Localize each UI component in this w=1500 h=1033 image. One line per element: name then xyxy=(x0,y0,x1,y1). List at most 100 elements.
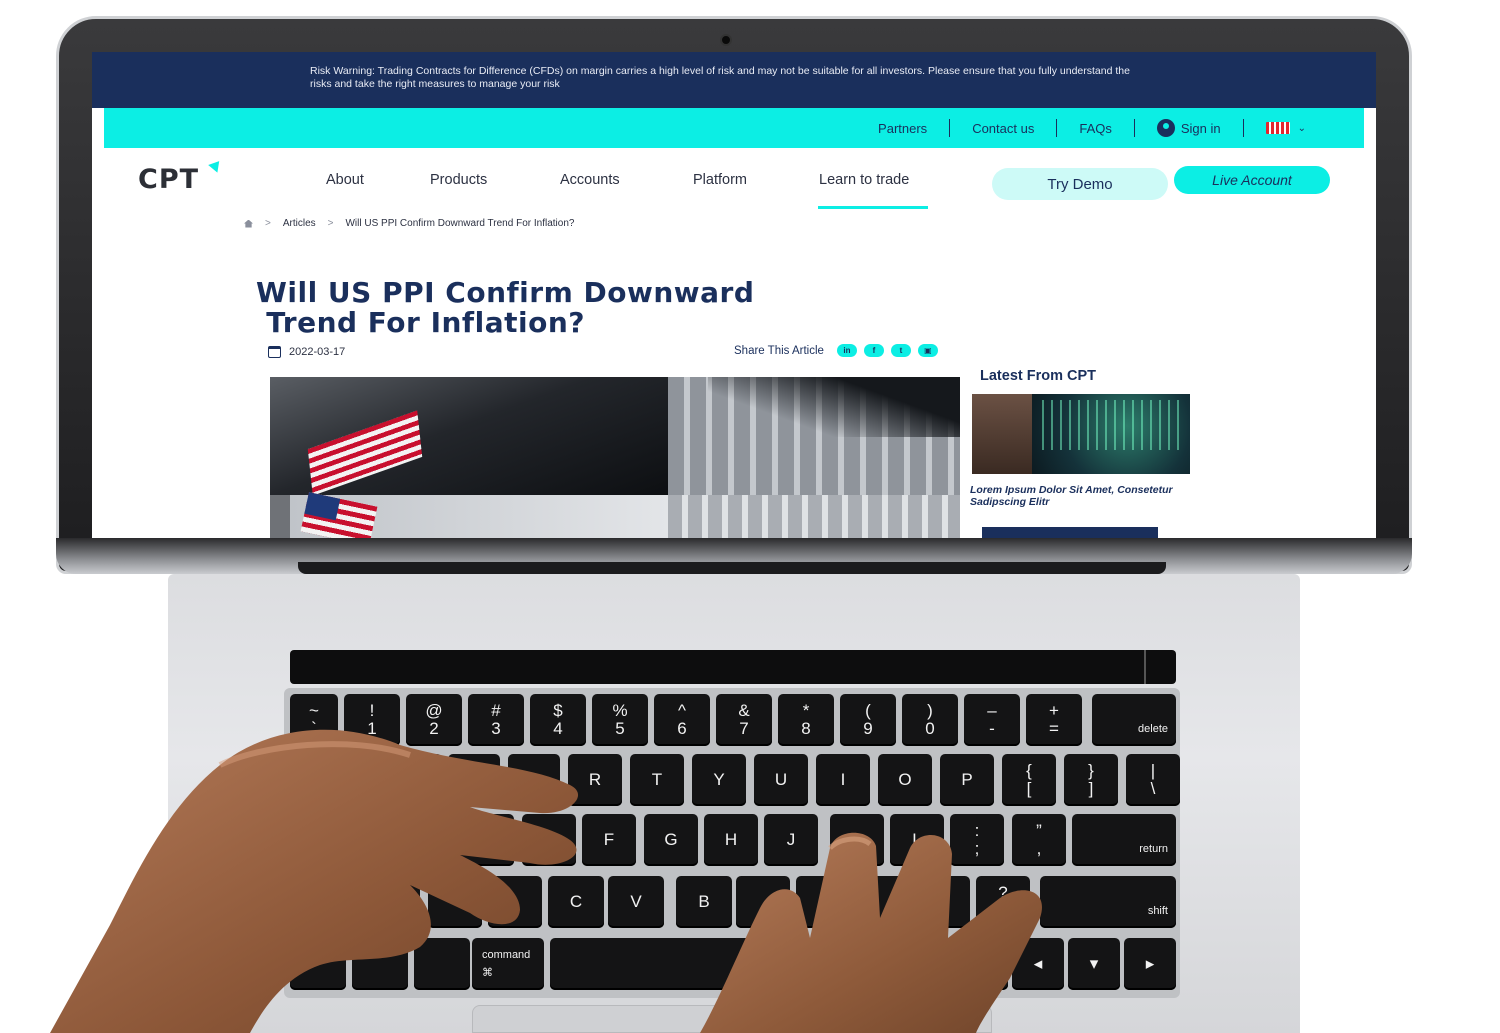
linkedin-icon[interactable]: in xyxy=(836,344,857,357)
key-legend: [ xyxy=(1026,779,1032,798)
contact-link[interactable]: Contact us xyxy=(950,119,1058,137)
top-utility-bar: Partners Contact us FAQs Sign in ⌄ xyxy=(104,108,1364,148)
key-11[interactable]: – - xyxy=(964,694,1020,746)
risk-warning-bar: Risk Warning: Trading Contracts for Diff… xyxy=(92,52,1376,108)
key-12[interactable]: + = xyxy=(1026,694,1082,746)
key-7[interactable]: & 7 xyxy=(716,694,772,746)
user-icon xyxy=(1156,119,1175,137)
live-account-button[interactable]: Live Account xyxy=(1174,166,1330,194)
key-legend: { xyxy=(1026,761,1032,780)
key-i[interactable]: I xyxy=(816,754,870,806)
key-u[interactable]: U xyxy=(754,754,808,806)
latest-section-title: Latest From CPT xyxy=(980,368,1097,384)
article-meta: 2022-03-17 xyxy=(268,346,345,358)
nav-platform[interactable]: Platform xyxy=(693,172,747,188)
key-legend: shift xyxy=(1147,905,1168,917)
active-nav-indicator xyxy=(818,206,928,209)
sign-in-link[interactable]: Sign in xyxy=(1135,119,1244,137)
copy-link-icon[interactable]: ▣ xyxy=(917,344,938,357)
key-legend: return xyxy=(1139,843,1168,855)
partners-link[interactable]: Partners xyxy=(856,119,951,137)
share-bar: Share This Article in f t ▣ xyxy=(734,344,938,357)
key-legend: T xyxy=(651,770,663,789)
article-title-line2: Trend For Inflation? xyxy=(266,306,586,339)
main-navigation: CPT About Products Accounts Platform Lea… xyxy=(116,148,1356,212)
key-legend: ) xyxy=(927,701,933,720)
twitter-icon[interactable]: t xyxy=(890,344,911,357)
key-legend: U xyxy=(774,770,788,789)
key-legend: – xyxy=(987,701,997,720)
key-legend: } xyxy=(1088,761,1094,780)
hinge-notch xyxy=(298,562,1166,574)
webcam xyxy=(720,34,732,46)
key-legend: + xyxy=(1049,701,1059,720)
key-legend: = xyxy=(1049,719,1059,738)
chevron-right-icon: > xyxy=(265,218,271,229)
key-legend: I xyxy=(840,770,846,789)
key-p[interactable]: P xyxy=(940,754,994,806)
key-legend: | xyxy=(1150,761,1156,780)
article-title-line1: Will US PPI Confirm Downward xyxy=(256,276,755,309)
facebook-icon[interactable]: f xyxy=(863,344,884,357)
key-o[interactable]: O xyxy=(878,754,932,806)
article-title: Will US PPI Confirm Downward Trend For I… xyxy=(256,278,876,338)
right-hand xyxy=(700,832,1042,1033)
share-label: Share This Article xyxy=(734,344,824,357)
key-10[interactable]: ) 0 xyxy=(902,694,958,746)
language-selector[interactable]: ⌄ xyxy=(1244,119,1328,137)
calendar-icon xyxy=(268,346,281,358)
cpt-logo[interactable]: CPT xyxy=(138,164,199,195)
key-legend: 0 xyxy=(925,719,935,738)
key-legend: O xyxy=(898,770,912,789)
key-legend: 8 xyxy=(801,719,811,738)
latest-article-thumbnail-2[interactable] xyxy=(982,527,1158,538)
key-delete[interactable]: delete xyxy=(1092,694,1176,746)
key-legend: * xyxy=(802,701,810,720)
breadcrumb-articles[interactable]: Articles xyxy=(283,218,316,229)
key-y[interactable]: Y xyxy=(692,754,746,806)
breadcrumb: > Articles > Will US PPI Confirm Downwar… xyxy=(244,218,574,229)
try-demo-button[interactable]: Try Demo xyxy=(992,168,1168,200)
latest-article-thumbnail[interactable] xyxy=(972,394,1190,474)
key-legend: delete xyxy=(1138,723,1168,735)
key-legend: G xyxy=(664,830,678,849)
key-bracket-2[interactable]: | \ xyxy=(1126,754,1180,806)
key-9[interactable]: (9 xyxy=(840,694,896,746)
key-legend: ] xyxy=(1088,779,1094,798)
chevron-right-icon: > xyxy=(327,218,334,229)
touch-id-sensor[interactable] xyxy=(1144,650,1176,684)
logo-arrow-icon xyxy=(208,157,224,173)
key-8[interactable]: * 8 xyxy=(778,694,834,746)
faqs-link[interactable]: FAQs xyxy=(1057,119,1135,137)
chevron-down-icon: ⌄ xyxy=(1297,122,1306,134)
key-legend: \ xyxy=(1150,779,1156,798)
latest-article-caption[interactable]: Lorem Ipsum Dolor Sit Amet, Consetetur S… xyxy=(970,484,1190,508)
nav-about[interactable]: About xyxy=(326,172,364,188)
browser-screen: Risk Warning: Trading Contracts for Diff… xyxy=(92,52,1376,538)
key-bracket-0[interactable]: {[ xyxy=(1002,754,1056,806)
article-date: 2022-03-17 xyxy=(289,346,346,358)
touch-bar[interactable] xyxy=(290,650,1176,684)
breadcrumb-current: Will US PPI Confirm Downward Trend For I… xyxy=(345,218,575,229)
key-legend: - xyxy=(989,719,995,738)
key-legend: & xyxy=(738,701,750,720)
key-legend: 6 xyxy=(677,719,687,738)
nav-products[interactable]: Products xyxy=(430,172,487,188)
key-legend: 7 xyxy=(739,719,749,738)
nav-accounts[interactable]: Accounts xyxy=(560,172,620,188)
article-hero-image xyxy=(270,377,960,538)
key-legend: 9 xyxy=(863,719,873,738)
risk-warning-text: Risk Warning: Trading Contracts for Diff… xyxy=(310,65,1130,90)
key-legend: ^ xyxy=(678,701,686,720)
key-legend: P xyxy=(961,770,973,789)
left-hand xyxy=(50,729,579,1033)
key-6[interactable]: ^ 6 xyxy=(654,694,710,746)
key-arrow-right[interactable]: ▸ xyxy=(1124,938,1176,990)
nav-learn-to-trade[interactable]: Learn to trade xyxy=(819,172,909,188)
home-icon[interactable] xyxy=(244,219,253,228)
key-legend: ▸ xyxy=(1145,954,1155,973)
key-bracket-1[interactable]: }] xyxy=(1064,754,1118,806)
key-legend: ( xyxy=(865,701,871,720)
key-legend: Y xyxy=(713,770,725,789)
flag-icon xyxy=(1265,122,1290,134)
